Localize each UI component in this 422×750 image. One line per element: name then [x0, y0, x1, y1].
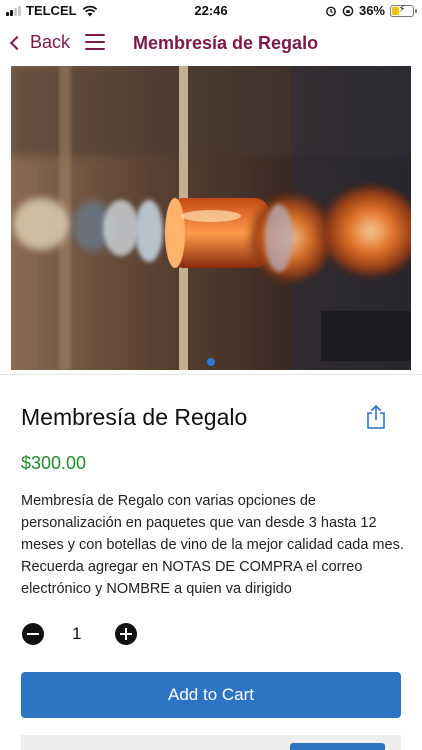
charging-bolt-icon: ⚡ — [398, 3, 406, 15]
divider — [0, 374, 422, 375]
product-description: Membresía de Regalo con varias opciones … — [21, 493, 404, 597]
chevron-left-icon — [9, 35, 25, 50]
page-title: Membresía de Regalo — [133, 33, 319, 53]
quantity-value: 1 — [72, 624, 82, 643]
navigation-bar: Back Membresía de Regalo — [0, 24, 422, 64]
hamburger-menu-button[interactable] — [85, 34, 105, 50]
status-bar: TELCEL 22:46 36% ⚡ — [0, 0, 422, 22]
battery-icon: ⚡ — [390, 3, 417, 17]
share-button[interactable] — [365, 404, 387, 430]
product-title: Membresía de Regalo — [21, 404, 248, 430]
decrease-quantity-button[interactable] — [22, 623, 44, 645]
product-price: $300.00 — [21, 453, 87, 473]
alarm-icon — [326, 6, 336, 16]
wine-bottles-photo — [11, 66, 411, 370]
rotation-lock-icon — [342, 5, 354, 16]
back-button[interactable]: Back — [6, 32, 70, 53]
product-image[interactable] — [11, 66, 411, 370]
add-to-cart-button[interactable]: Add to Cart — [21, 672, 401, 718]
back-label: Back — [30, 32, 71, 52]
status-right: 36% ⚡ — [325, 3, 417, 18]
share-icon — [367, 404, 385, 429]
bottom-button[interactable] — [290, 743, 385, 750]
carousel-page-indicator[interactable] — [207, 358, 215, 366]
battery-percent: 36% — [358, 3, 385, 18]
increase-quantity-button[interactable] — [115, 623, 137, 645]
